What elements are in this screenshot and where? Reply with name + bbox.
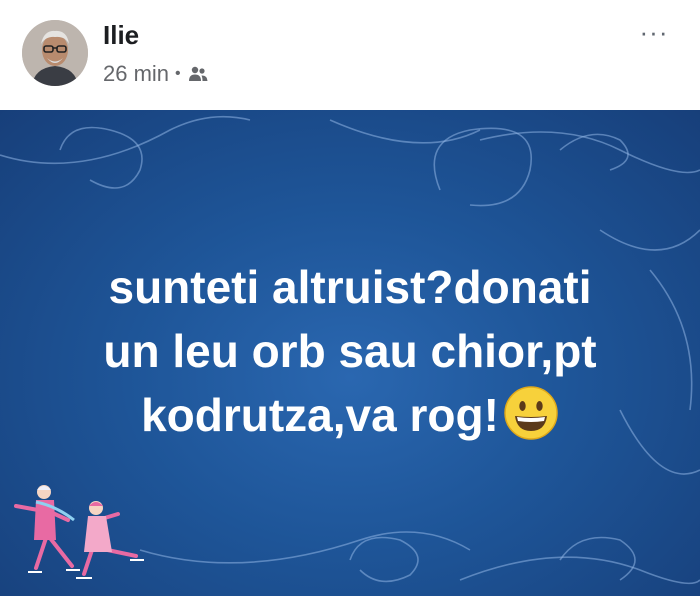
grinning-face-emoji <box>504 386 558 440</box>
post-text: sunteti altruist?donati un leu orb sau c… <box>40 255 660 447</box>
author-name[interactable]: Ilie <box>103 20 139 51</box>
post-text-line: un leu orb sau chior,pt <box>103 325 597 377</box>
post-text-line-with-emoji: kodrutza,va rog! <box>40 383 660 447</box>
post-meta: 26 min • <box>103 60 209 88</box>
ice-skaters-illustration <box>14 485 144 579</box>
post-text-line: kodrutza,va rog! <box>141 389 499 441</box>
post-time[interactable]: 26 min <box>103 61 169 87</box>
post-options-button[interactable]: ··· <box>636 18 672 46</box>
friends-icon[interactable] <box>187 65 209 83</box>
post-text-line: sunteti altruist?donati <box>108 261 592 313</box>
avatar[interactable] <box>22 20 88 86</box>
post-background: sunteti altruist?donati un leu orb sau c… <box>0 110 700 596</box>
meta-separator: • <box>175 65 181 82</box>
post-header: Ilie 26 min • ··· <box>0 0 700 110</box>
